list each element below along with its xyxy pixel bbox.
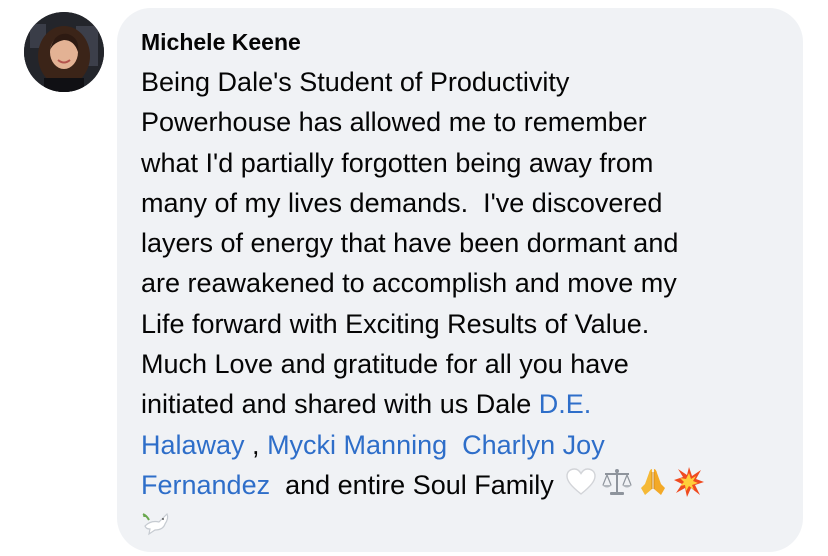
comment-line: layers of energy that have been dormant …: [141, 228, 679, 259]
avatar[interactable]: [24, 12, 104, 92]
dove-icon: [141, 506, 173, 538]
comment-text: and entire Soul Family: [270, 469, 562, 500]
comment-line: what I'd partially forgotten being away …: [141, 147, 654, 178]
comment-line: Life forward with Exciting Results of Va…: [141, 308, 650, 339]
comment-line: Being Dale's Student of Productivity: [141, 67, 570, 97]
comment-line: many of my lives demands. I've discovere…: [141, 187, 663, 218]
comment-line: are reawakened to accomplish and move my: [141, 268, 677, 299]
comment-text: ,: [244, 429, 268, 460]
comment-line: Halaway , Mycki Manning Charlyn Joy: [141, 425, 781, 465]
comment-line: Powerhouse has allowed me to remember: [141, 107, 647, 138]
comment: Michele Keene Being Dale's Student of Pr…: [0, 0, 828, 556]
mention-de-halaway[interactable]: Halaway: [141, 430, 245, 460]
comment-line: Much Love and gratitude for all you have: [141, 349, 629, 380]
mention-mycki-manning[interactable]: Mycki Manning: [267, 430, 447, 460]
collision-icon: [673, 466, 705, 498]
mention-de-halaway[interactable]: D.E.: [539, 389, 592, 419]
comment-bubble: Michele Keene Being Dale's Student of Pr…: [117, 8, 803, 552]
comment-line: initiated and shared with us Dale D.E.: [141, 384, 781, 424]
comment-line: [141, 505, 781, 545]
white-heart-icon: [565, 466, 597, 498]
folded-hands-icon: [637, 466, 669, 498]
comment-text: initiated and shared with us Dale: [141, 389, 539, 420]
mention-charlyn-joy-fernandez[interactable]: Charlyn Joy: [462, 430, 605, 460]
comment-body: Being Dale's Student of Productivity Pow…: [141, 62, 781, 546]
mention-charlyn-joy-fernandez[interactable]: Fernandez: [141, 470, 270, 500]
comment-author[interactable]: Michele Keene: [141, 28, 301, 56]
comment-line: Fernandez and entire Soul Family: [141, 465, 781, 505]
comment-text: [447, 430, 462, 460]
avatar-photo: [24, 12, 104, 92]
balance-scale-icon: [601, 466, 633, 498]
